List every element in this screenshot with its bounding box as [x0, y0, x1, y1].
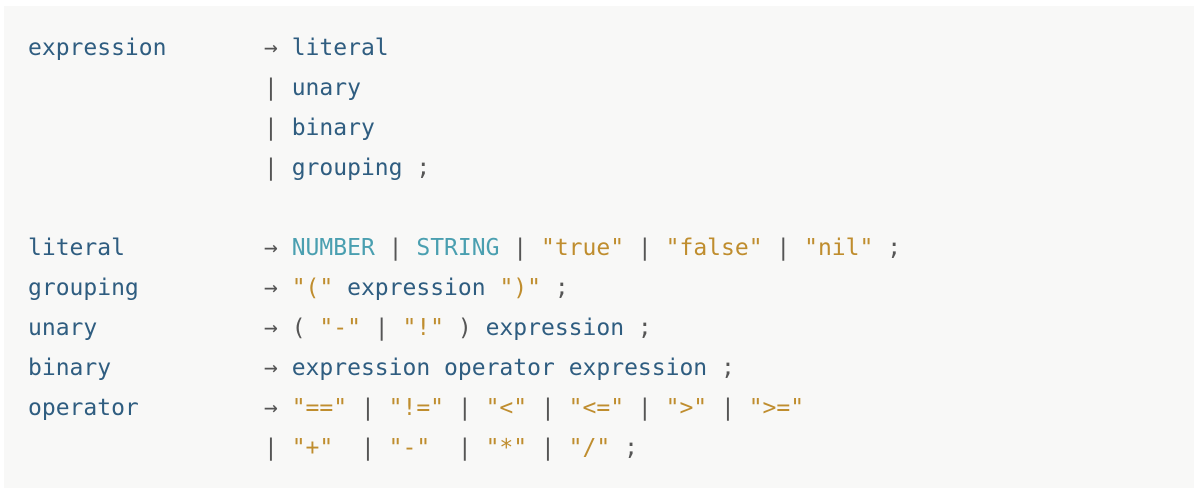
punctuation: |	[264, 155, 292, 181]
token: STRING	[416, 235, 500, 261]
punctuation: |	[374, 235, 417, 261]
punctuation: |	[347, 395, 389, 421]
punctuation: |	[264, 115, 292, 141]
punctuation: |	[527, 395, 569, 421]
string-literal: "/"	[568, 435, 611, 461]
rule-body: → NUMBER | STRING | "true" | "false" | "…	[264, 228, 901, 268]
rule-body: | binary	[264, 108, 375, 148]
string-literal: "true"	[540, 235, 625, 261]
rule-body: | grouping ;	[264, 148, 430, 188]
punctuation: ;	[541, 275, 569, 301]
rule-name: unary	[28, 315, 98, 341]
rule-body: → literal	[264, 28, 389, 68]
nonterminal: expression	[568, 355, 708, 381]
string-literal: "("	[291, 275, 334, 301]
token: NUMBER	[291, 235, 375, 261]
punctuation: |	[444, 395, 486, 421]
punctuation	[430, 355, 444, 381]
rule-name: expression	[28, 35, 167, 61]
rule-name: literal	[28, 235, 125, 261]
string-literal: "-"	[319, 315, 361, 341]
punctuation: )	[444, 315, 486, 341]
string-literal: "-"	[388, 435, 431, 461]
rule-name: operator	[28, 395, 139, 421]
punctuation: ;	[402, 155, 431, 181]
rule-body: → ( "-" | "!" ) expression ;	[264, 308, 652, 348]
punctuation: ;	[873, 235, 902, 261]
rule-body: → "==" | "!=" | "<" | "<=" | ">" | ">="	[264, 388, 804, 428]
punctuation	[555, 355, 569, 381]
nonterminal: expression	[291, 355, 431, 381]
punctuation: →	[264, 395, 292, 421]
punctuation: ;	[624, 315, 652, 341]
string-literal: ")"	[499, 275, 541, 301]
punctuation: → (	[264, 315, 320, 341]
nonterminal: grouping	[291, 155, 403, 181]
string-literal: "+"	[291, 435, 334, 461]
punctuation: |	[624, 235, 666, 261]
punctuation: |	[264, 435, 292, 461]
punctuation: ;	[610, 435, 638, 461]
string-literal: "=="	[291, 395, 348, 421]
punctuation: |	[527, 435, 569, 461]
punctuation: |	[430, 435, 486, 461]
punctuation: →	[264, 35, 292, 61]
nonterminal: unary	[291, 75, 361, 101]
nonterminal: binary	[291, 115, 375, 141]
rule-name: binary	[28, 355, 112, 381]
punctuation: ;	[707, 355, 735, 381]
string-literal: "false"	[665, 235, 763, 261]
string-literal: "!="	[388, 395, 445, 421]
code-block: expression → literal | unary | binary | grou…	[4, 6, 1194, 488]
string-literal: "<"	[485, 395, 528, 421]
punctuation: →	[264, 235, 292, 261]
punctuation: →	[264, 355, 292, 381]
nonterminal: literal	[291, 35, 389, 61]
punctuation: |	[707, 395, 749, 421]
string-literal: "*"	[485, 435, 528, 461]
nonterminal: expression	[347, 275, 486, 301]
nonterminal: expression	[485, 315, 625, 341]
nonterminal: operator	[444, 355, 555, 381]
punctuation: |	[264, 75, 292, 101]
punctuation: |	[624, 395, 666, 421]
punctuation: |	[360, 315, 403, 341]
string-literal: "!"	[402, 315, 445, 341]
punctuation: |	[762, 235, 805, 261]
string-literal: ">="	[748, 395, 805, 421]
rule-body: → "(" expression ")" ;	[264, 268, 569, 308]
rule-body: | "+" | "-" | "*" | "/" ;	[264, 428, 638, 468]
punctuation: |	[333, 435, 389, 461]
punctuation: →	[264, 275, 292, 301]
string-literal: "nil"	[804, 235, 874, 261]
punctuation	[333, 275, 347, 301]
rule-name: grouping	[28, 275, 139, 301]
punctuation: |	[499, 235, 541, 261]
rule-body: → expression operator expression ;	[264, 348, 735, 388]
string-literal: "<="	[568, 395, 625, 421]
punctuation	[486, 275, 500, 301]
string-literal: ">"	[665, 395, 708, 421]
rule-body: | unary	[264, 68, 361, 108]
